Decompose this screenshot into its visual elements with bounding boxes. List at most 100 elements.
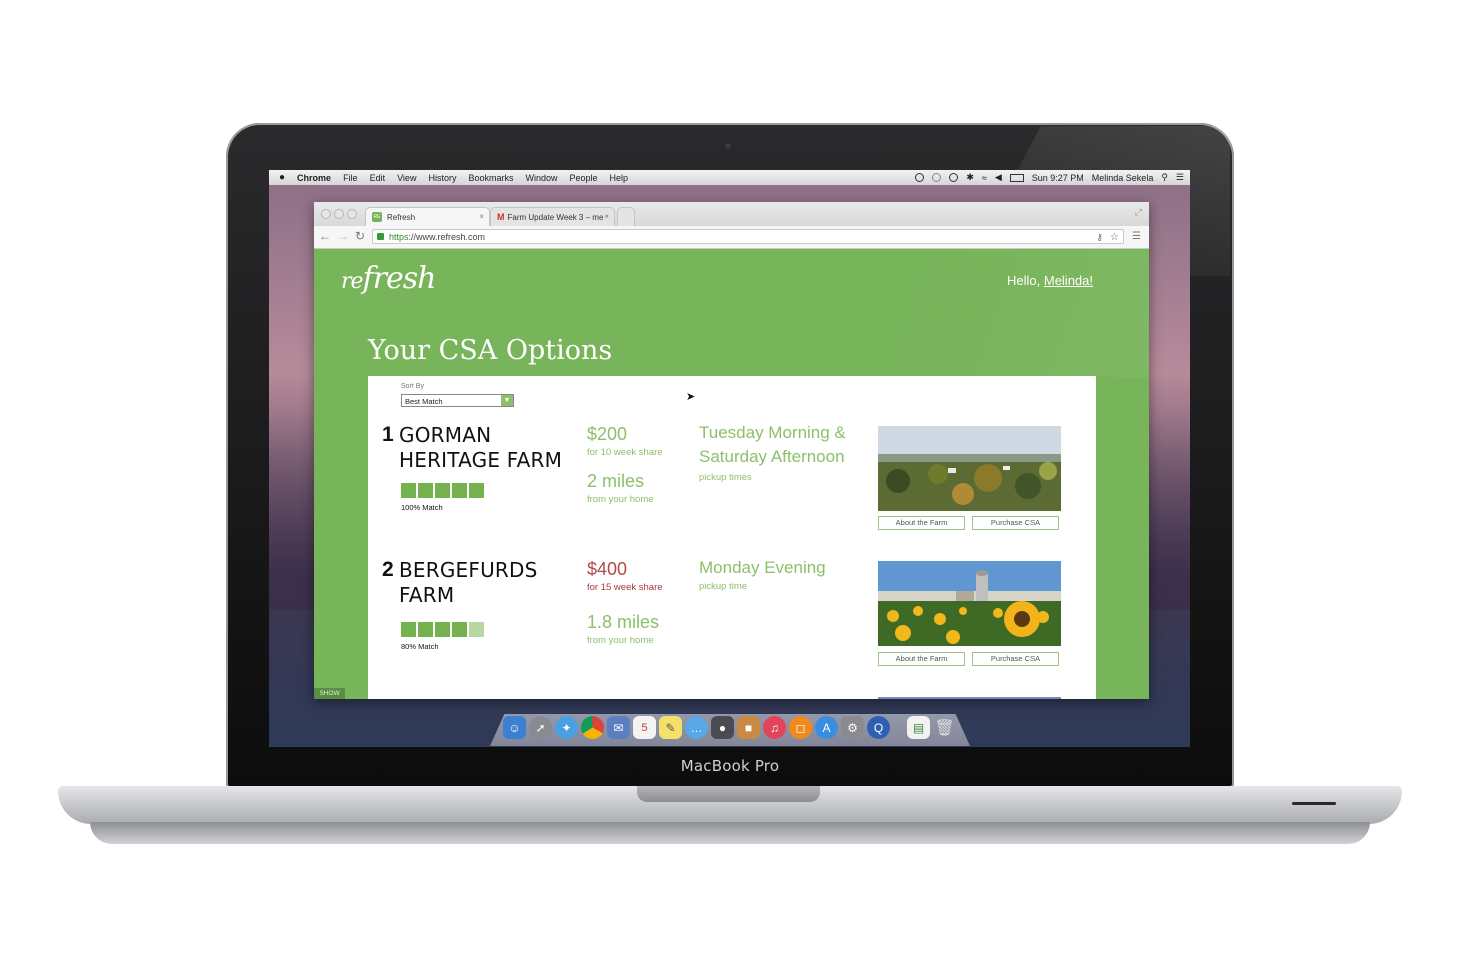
- user-name-link[interactable]: Melinda!: [1044, 273, 1093, 288]
- fullscreen-icon[interactable]: ⤢: [1135, 207, 1142, 218]
- menu-people[interactable]: People: [570, 173, 598, 183]
- apple-icon[interactable]: ●: [279, 172, 285, 183]
- distance-sub: from your home: [587, 494, 654, 505]
- record-icon[interactable]: [915, 173, 925, 182]
- header-decoration: [875, 249, 1149, 377]
- farm-photo[interactable]: [878, 561, 1061, 646]
- match-meter: [401, 483, 484, 498]
- distance-sub: from your home: [587, 635, 654, 646]
- menu-history[interactable]: History: [428, 173, 456, 183]
- ibooks-icon[interactable]: ◻: [789, 716, 812, 739]
- safari-icon[interactable]: ✦: [555, 716, 578, 739]
- pickup-times: Tuesday Morning & Saturday Afternoon: [699, 423, 846, 466]
- match-bar: [435, 622, 450, 637]
- lid-opening-notch: [637, 786, 820, 802]
- device-label: MacBook Pro: [680, 757, 780, 775]
- drive-slot: [1292, 802, 1336, 805]
- sort-value: Best Match: [405, 397, 443, 406]
- address-bar-row: ← → ↻ https://www.refresh.com ⚷ ☆ ☰: [314, 226, 1149, 249]
- sort-label: Sort By: [401, 383, 424, 390]
- reload-icon[interactable]: ↻: [355, 229, 365, 243]
- finder-icon[interactable]: ☺: [503, 716, 526, 739]
- logo-re: re: [341, 269, 364, 294]
- match-bar: [469, 622, 484, 637]
- price: $200: [587, 424, 628, 444]
- match-bar: [401, 622, 416, 637]
- photos-icon[interactable]: ■: [737, 716, 760, 739]
- volume-icon[interactable]: ◀: [995, 172, 1002, 183]
- purchase-csa-button[interactable]: Purchase CSA: [972, 516, 1059, 530]
- show-tab[interactable]: SHOW: [314, 688, 345, 699]
- notes-icon[interactable]: ✎: [659, 716, 682, 739]
- url-rest: ://www.refresh.com: [408, 232, 486, 242]
- minimize-window-button[interactable]: [334, 209, 344, 219]
- menu-window[interactable]: Window: [525, 173, 557, 183]
- menu-bookmarks[interactable]: Bookmarks: [468, 173, 513, 183]
- price-sub: for 15 week share: [587, 582, 663, 593]
- tab-gmail[interactable]: M Farm Update Week 3 – me ×: [490, 207, 615, 226]
- tab-title: Refresh: [387, 212, 416, 222]
- menubar-user[interactable]: Melinda Sekela: [1092, 173, 1154, 183]
- spotlight-icon[interactable]: ⚲: [1161, 172, 1168, 183]
- about-farm-button[interactable]: About the Farm: [878, 652, 965, 666]
- wifi-icon[interactable]: ≈: [982, 173, 987, 183]
- status-icon[interactable]: [932, 173, 942, 182]
- menu-app-name[interactable]: Chrome: [297, 173, 331, 183]
- menubar-clock[interactable]: Sun 9:27 PM: [1032, 173, 1084, 183]
- distance: 2 miles: [587, 471, 645, 491]
- battery-icon[interactable]: [1009, 173, 1024, 182]
- notification-center-icon[interactable]: ☰: [1176, 172, 1184, 183]
- bluetooth-icon[interactable]: ✱: [966, 172, 974, 183]
- launchpad-icon[interactable]: ➚: [529, 716, 552, 739]
- forward-icon[interactable]: →: [337, 229, 349, 243]
- farm-name[interactable]: GORMAN HERITAGE FARM: [399, 423, 579, 473]
- time-machine-icon[interactable]: [949, 173, 959, 182]
- price: $400: [587, 559, 628, 579]
- farm-name[interactable]: BERGEFURDS FARM: [399, 558, 579, 608]
- purchase-csa-button[interactable]: Purchase CSA: [972, 652, 1059, 666]
- system-preferences-icon[interactable]: ⚙: [841, 716, 864, 739]
- greeting: Hello, Melinda!: [1007, 273, 1093, 288]
- chrome-icon[interactable]: [581, 716, 604, 739]
- back-icon[interactable]: ←: [319, 229, 331, 243]
- price-sub: for 10 week share: [587, 447, 663, 458]
- itunes-icon[interactable]: ♫: [763, 716, 786, 739]
- calendar-icon[interactable]: 5: [633, 716, 656, 739]
- trash-icon[interactable]: 🗑: [933, 716, 956, 739]
- menu-edit[interactable]: Edit: [370, 173, 386, 183]
- csa-options-panel: Sort By Best Match ▼ 1 GORMAN HERITAGE F…: [368, 376, 1096, 699]
- close-tab-icon[interactable]: ×: [604, 212, 609, 221]
- new-tab-button[interactable]: [617, 207, 635, 226]
- refresh-logo[interactable]: refresh: [341, 261, 436, 296]
- document-icon[interactable]: ▤: [907, 716, 930, 739]
- close-window-button[interactable]: [321, 209, 331, 219]
- web-page: refresh Hello, Melinda! Your CSA Options…: [314, 249, 1149, 699]
- key-icon[interactable]: ⚷: [1096, 230, 1103, 245]
- mail-icon[interactable]: ✉: [607, 716, 630, 739]
- menu-view[interactable]: View: [397, 173, 416, 183]
- tab-bar: RE Refresh × M Farm Update Week 3 – me ×…: [314, 202, 1149, 226]
- farm-rank: 2: [382, 558, 394, 581]
- menu-file[interactable]: File: [343, 173, 358, 183]
- star-icon[interactable]: ☆: [1110, 230, 1119, 245]
- sort-dropdown[interactable]: Best Match ▼: [401, 394, 514, 407]
- quicktime-icon[interactable]: Q: [867, 716, 890, 739]
- farm-photo[interactable]: [878, 426, 1061, 511]
- laptop-base-bottom: [90, 822, 1370, 844]
- match-bar: [418, 483, 433, 498]
- facetime-icon[interactable]: ●: [711, 716, 734, 739]
- app-store-icon[interactable]: A: [815, 716, 838, 739]
- match-text: 100% Match: [401, 503, 443, 512]
- farm-photo-partial: [878, 697, 1061, 699]
- close-tab-icon[interactable]: ×: [479, 212, 484, 221]
- messages-icon[interactable]: …: [685, 716, 708, 739]
- about-farm-button[interactable]: About the Farm: [878, 516, 965, 530]
- url-field[interactable]: https://www.refresh.com ⚷ ☆: [372, 229, 1124, 244]
- match-bar: [469, 483, 484, 498]
- menu-help[interactable]: Help: [610, 173, 629, 183]
- farm-card: 1 GORMAN HERITAGE FARM 100% Match $200 f…: [368, 423, 1096, 553]
- zoom-window-button[interactable]: [347, 209, 357, 219]
- tab-refresh[interactable]: RE Refresh ×: [365, 207, 490, 226]
- chrome-menu-icon[interactable]: ☰: [1132, 231, 1141, 242]
- tab-title: Farm Update Week 3 – me: [507, 212, 603, 222]
